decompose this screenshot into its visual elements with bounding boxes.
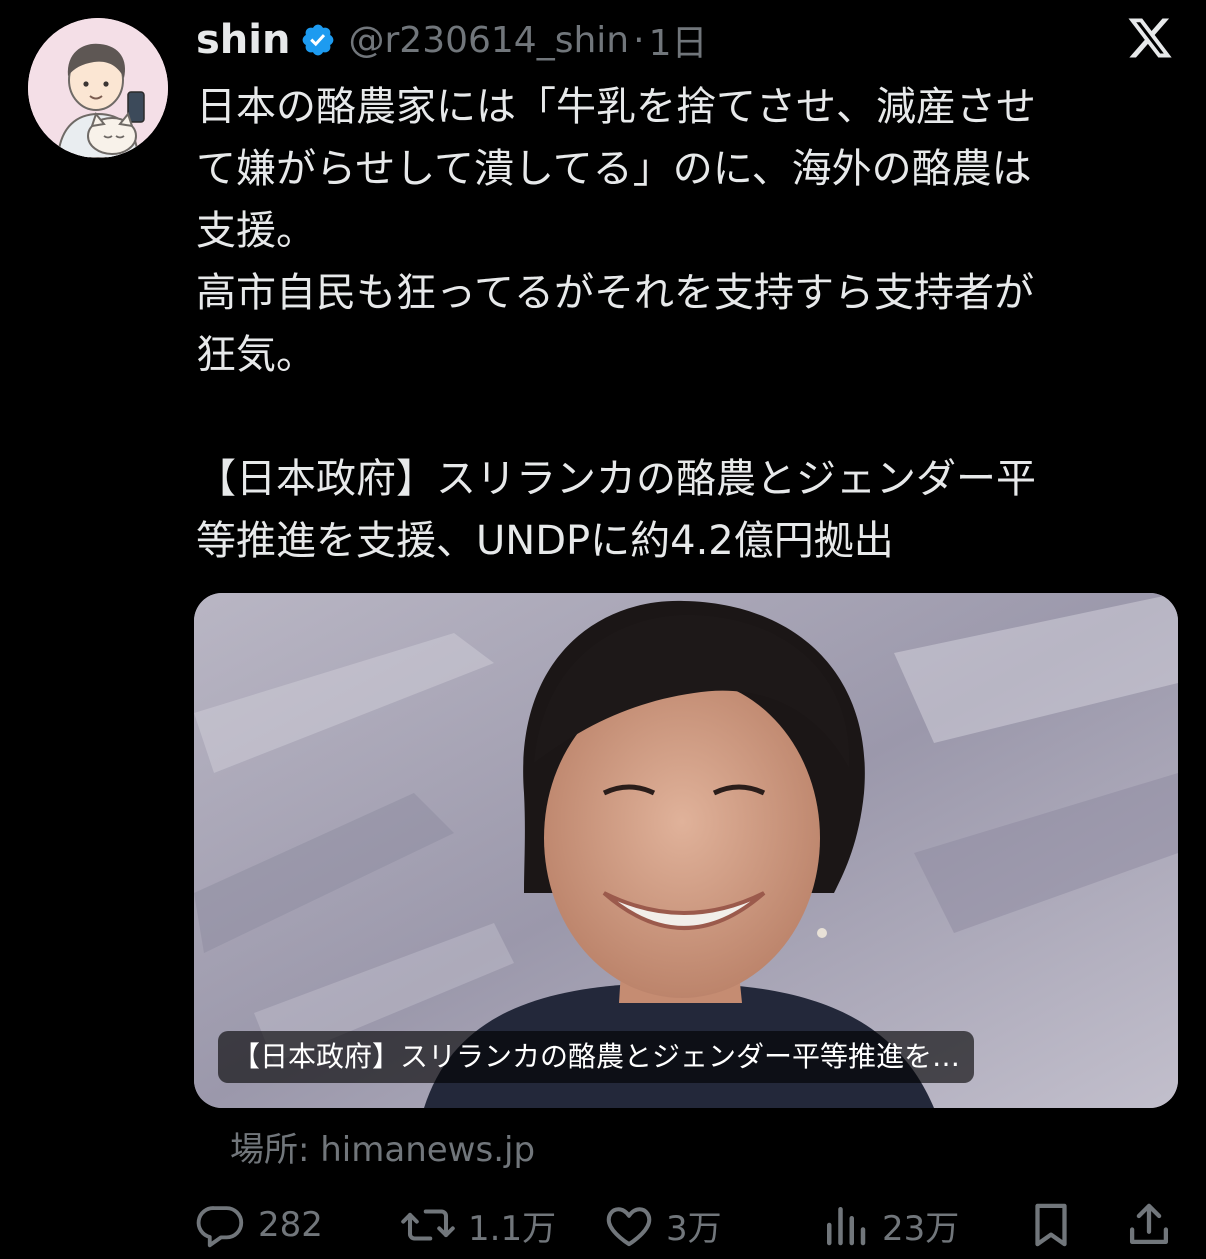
- like-button[interactable]: 3万: [602, 1196, 722, 1254]
- reply-icon: [194, 1198, 248, 1252]
- views-button[interactable]: 23万: [818, 1196, 959, 1254]
- tweet-text-blank-line: [196, 386, 1156, 448]
- share-icon: [1122, 1198, 1176, 1252]
- tweet-text-line: 狂気。: [196, 332, 316, 378]
- separator-dot: ·: [633, 19, 645, 61]
- card-source[interactable]: 場所: himanews.jp: [230, 1122, 535, 1171]
- link-card[interactable]: 【日本政府】スリランカの酪農とジェンダー平等推進を…: [194, 593, 1178, 1108]
- author-name[interactable]: shin: [196, 17, 290, 63]
- views-icon: [818, 1198, 872, 1252]
- tweet-text-line: 【日本政府】スリランカの酪農とジェンダー平: [196, 456, 1036, 502]
- like-count: 3万: [666, 1208, 722, 1249]
- tweet-text-line: 日本の酪農家には「牛乳を捨てさせ、減産させ: [196, 84, 1036, 130]
- avatar[interactable]: [28, 18, 168, 158]
- repost-icon: [398, 1198, 458, 1252]
- tweet-text-line: 等推進を支援、UNDPに約4.2億円拠出: [196, 518, 894, 564]
- tweet-text-line: 支援。: [196, 208, 316, 254]
- action-bar: 282 1.1万 3万 23万: [194, 1196, 1180, 1254]
- bookmark-icon: [1024, 1198, 1078, 1252]
- tweet-timestamp[interactable]: 1日: [649, 14, 708, 66]
- tweet-text-line: て嫌がらせして潰してる」のに、海外の酪農は: [196, 146, 1032, 192]
- views-count: 23万: [882, 1208, 960, 1249]
- tweet-header: shin @r230614_shin · 1日: [196, 14, 707, 66]
- x-logo-icon: [1126, 14, 1174, 62]
- like-icon: [602, 1198, 656, 1252]
- bookmark-button[interactable]: [1024, 1196, 1078, 1254]
- share-button[interactable]: [1122, 1196, 1176, 1254]
- tweet-text: 日本の酪農家には「牛乳を捨てさせ、減産させ て嫌がらせして潰してる」のに、海外の…: [196, 76, 1156, 572]
- verified-badge-icon: [300, 22, 336, 58]
- author-handle[interactable]: @r230614_shin: [348, 20, 629, 61]
- reply-button[interactable]: 282: [194, 1196, 323, 1254]
- reply-count: 282: [258, 1205, 323, 1245]
- card-caption: 【日本政府】スリランカの酪農とジェンダー平等推進を…: [218, 1031, 975, 1083]
- repost-button[interactable]: 1.1万: [398, 1196, 556, 1254]
- tweet-text-line: 高市自民も狂ってるがそれを支持すら支持者が: [196, 270, 1034, 316]
- repost-count: 1.1万: [468, 1208, 557, 1249]
